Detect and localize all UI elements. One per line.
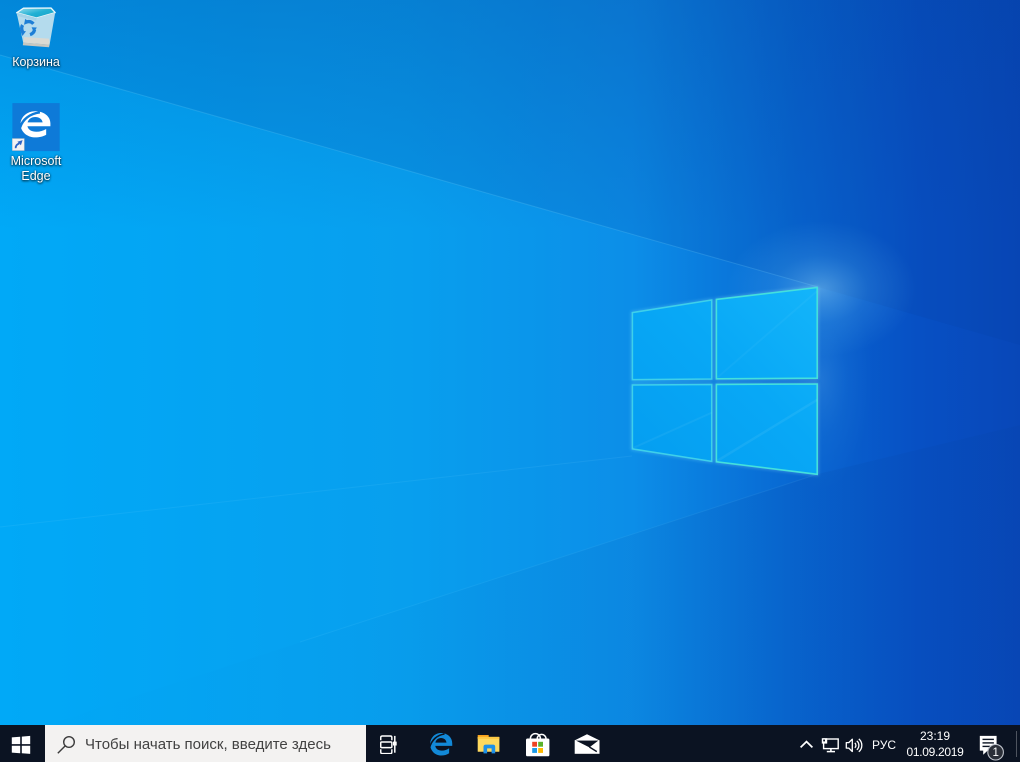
svg-text:1: 1 bbox=[992, 747, 998, 759]
